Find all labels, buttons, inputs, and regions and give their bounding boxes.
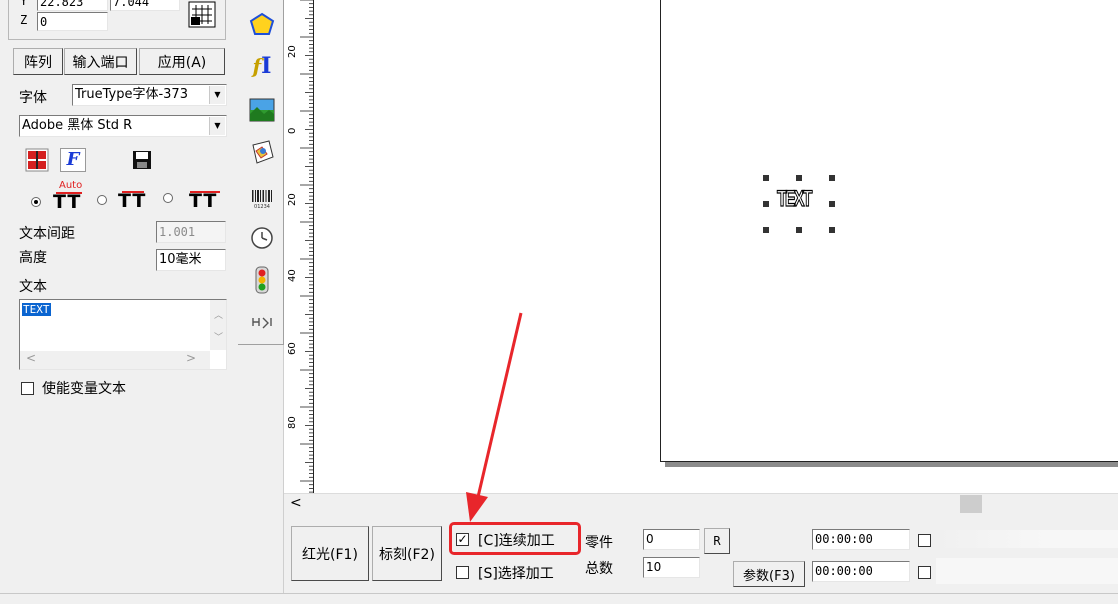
ruler-tick-label: 0 [287, 127, 298, 134]
option-checkbox[interactable] [918, 566, 931, 579]
vertical-scrollbar[interactable]: ︿ ﹀ [210, 300, 226, 350]
reset-count-button[interactable]: R [704, 528, 730, 554]
text-area[interactable]: TEXT ︿ ﹀ < > [19, 299, 227, 370]
text-tool-icon[interactable]: fI [248, 52, 276, 80]
save-icon[interactable] [132, 150, 152, 170]
polygon-icon[interactable] [248, 10, 276, 38]
grid-anchor-icon[interactable] [188, 1, 216, 28]
ruler-tick-label: 80 [287, 416, 298, 429]
parts-label: 零件 [585, 535, 613, 551]
red-light-button[interactable]: 红光(F1) [291, 526, 369, 581]
option-faded-area [936, 558, 1118, 584]
image-icon[interactable] [248, 96, 276, 124]
continuous-label: [C]连续加工 [478, 533, 555, 549]
height-field[interactable]: 10毫米 [156, 249, 226, 271]
font-label: 字体 [19, 90, 47, 106]
text-object[interactable]: TEXT [763, 175, 835, 233]
font-name-value: Adobe 黑体 Std R [22, 118, 133, 133]
selection-handle[interactable] [796, 227, 802, 233]
axis-icon[interactable] [248, 308, 276, 336]
select-checkbox[interactable] [456, 566, 469, 579]
size-field[interactable]: 7.044 [110, 0, 180, 11]
selection-handle[interactable] [763, 175, 769, 181]
z-label: Z [20, 13, 28, 27]
total-label: 总数 [585, 561, 613, 577]
ruler-tick-label: 60 [287, 342, 298, 355]
ruler-tick-label: 20 [287, 193, 298, 206]
toolbar-lower-area [238, 345, 284, 603]
mark-button[interactable]: 标刻(F2) [372, 526, 442, 581]
tt-auto-radio[interactable] [31, 197, 41, 207]
tt-auto-option: Auto TT [50, 180, 90, 212]
parts-field[interactable]: 0 [643, 529, 700, 550]
ruler-tick-label: 40 [287, 269, 298, 282]
option-label-faded [936, 530, 1118, 548]
tt-fixed-radio[interactable] [97, 195, 107, 205]
selection-handle[interactable] [796, 175, 802, 181]
canvas-text-object: TEXT [777, 185, 813, 211]
traffic-light-icon[interactable] [248, 266, 276, 294]
font-type-value: TrueType字体-373 [75, 87, 188, 102]
height-label: 高度 [19, 250, 47, 266]
property-panel: Y 22.823 7.044 Z 0 阵列 输入端口 应用(A) 字体 True… [0, 0, 238, 603]
chevron-down-icon[interactable]: ▼ [209, 117, 225, 135]
canvas-horizontal-scrollbar[interactable]: < [284, 493, 1118, 515]
tt-glyph: TT [189, 190, 218, 212]
total-time-field: 00:00:00 [812, 561, 910, 582]
font-name-select[interactable]: Adobe 黑体 Std R ▼ [19, 115, 227, 137]
tt-glyph: TT [118, 190, 147, 212]
font-settings-icon[interactable] [25, 148, 49, 172]
text-label: 文本 [19, 279, 47, 295]
input-port-button[interactable]: 输入端口 [64, 48, 137, 75]
scroll-left-icon[interactable]: < [290, 495, 302, 511]
y-label: Y [20, 0, 28, 8]
design-canvas[interactable]: TEXT [314, 0, 1118, 493]
select-label: [S]选择加工 [478, 566, 554, 582]
text-value: TEXT [22, 303, 51, 316]
scroll-thumb[interactable] [960, 495, 982, 513]
variable-text-checkbox[interactable] [21, 382, 34, 395]
font-style-icon[interactable]: F [60, 148, 86, 172]
font-type-select[interactable]: TrueType字体-373 ▼ [72, 84, 227, 106]
clock-icon[interactable] [248, 224, 276, 252]
ruler-tick-label: 20 [287, 45, 298, 58]
option-checkbox[interactable] [918, 534, 931, 547]
elapsed-time-field: 00:00:00 [812, 529, 910, 550]
params-button[interactable]: 参数(F3) [733, 561, 805, 587]
continuous-checkbox[interactable]: ✓ [456, 533, 469, 546]
selection-handle[interactable] [829, 227, 835, 233]
vector-file-icon[interactable] [248, 138, 276, 166]
selection-handle[interactable] [763, 227, 769, 233]
barcode-icon[interactable]: 01234 [248, 184, 276, 212]
tt-width-option: TT [186, 186, 226, 212]
array-button[interactable]: 阵列 [13, 48, 63, 75]
chevron-down-icon[interactable]: ▼ [209, 86, 225, 104]
z-coordinate-field[interactable]: 0 [37, 12, 108, 31]
total-field[interactable]: 10 [643, 557, 700, 578]
apply-button[interactable]: 应用(A) [139, 48, 225, 75]
horizontal-scrollbar[interactable]: < > [20, 351, 210, 369]
vertical-ruler: 20 0 20 40 60 80 [284, 0, 314, 493]
tt-width-radio[interactable] [163, 193, 173, 203]
tt-auto-label: Auto [59, 180, 83, 191]
spacing-field[interactable]: 1.001 [156, 221, 226, 243]
selection-handle[interactable] [829, 201, 835, 207]
tt-glyph: TT [53, 191, 82, 213]
variable-text-label: 使能变量文本 [42, 381, 126, 397]
selection-handle[interactable] [763, 201, 769, 207]
y-coordinate-field[interactable]: 22.823 [37, 0, 108, 11]
svg-text:01234: 01234 [254, 204, 270, 209]
selection-handle[interactable] [829, 175, 835, 181]
work-area-page [660, 0, 1118, 462]
tt-fixed-option: TT [115, 186, 155, 212]
status-bar [0, 593, 1118, 604]
spacing-label: 文本间距 [19, 226, 75, 242]
